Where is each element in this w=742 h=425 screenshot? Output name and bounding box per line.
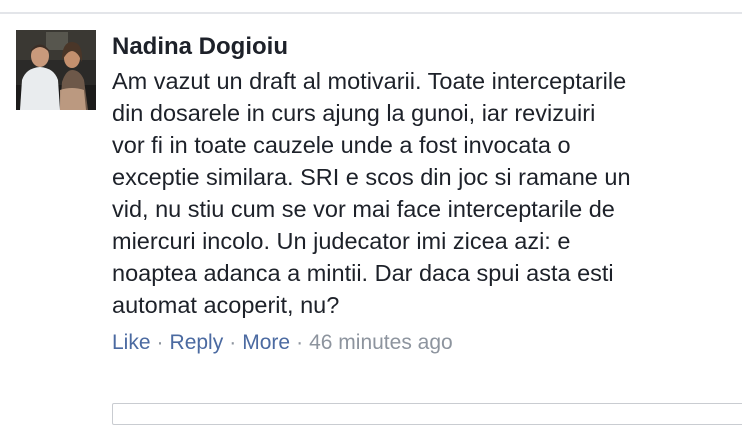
comment-actions: Like · Reply · More · 46 minutes ago [112, 330, 732, 356]
like-link[interactable]: Like [112, 331, 151, 354]
separator-dot: · [296, 331, 304, 354]
reply-link[interactable]: Reply [170, 331, 224, 354]
comment-text-line: vor fi in toate cauzele unde a fost invo… [112, 132, 571, 158]
timestamp[interactable]: 46 minutes ago [309, 331, 453, 354]
comment-text: Am vazut un draft al motivarii. Toate in… [112, 65, 732, 321]
comment-body: Nadina Dogioiu Am vazut un draft al moti… [112, 30, 732, 356]
comment-text-line: noaptea adanca a mintii. Dar daca spui a… [112, 260, 614, 286]
avatar[interactable] [16, 30, 96, 110]
comment-text-line: automat acoperit, nu? [112, 292, 340, 318]
reply-input-box[interactable] [112, 403, 742, 425]
more-link[interactable]: More [242, 331, 290, 354]
avatar-photo [16, 30, 96, 110]
comment-text-line: miercuri incolo. Un judecator imi zicea … [112, 228, 571, 254]
separator-dot: · [156, 331, 164, 354]
top-divider [0, 12, 742, 14]
author-name[interactable]: Nadina Dogioiu [112, 30, 732, 64]
comment-text-line: vid, nu stiu cum se vor mai face interce… [112, 196, 615, 222]
separator-dot: · [229, 331, 237, 354]
comment-text-line: exceptie similara. SRI e scos din joc si… [112, 164, 631, 190]
comment-text-line: din dosarele in curs ajung la gunoi, iar… [112, 100, 596, 126]
comment-text-line: Am vazut un draft al motivarii. Toate in… [112, 68, 627, 94]
